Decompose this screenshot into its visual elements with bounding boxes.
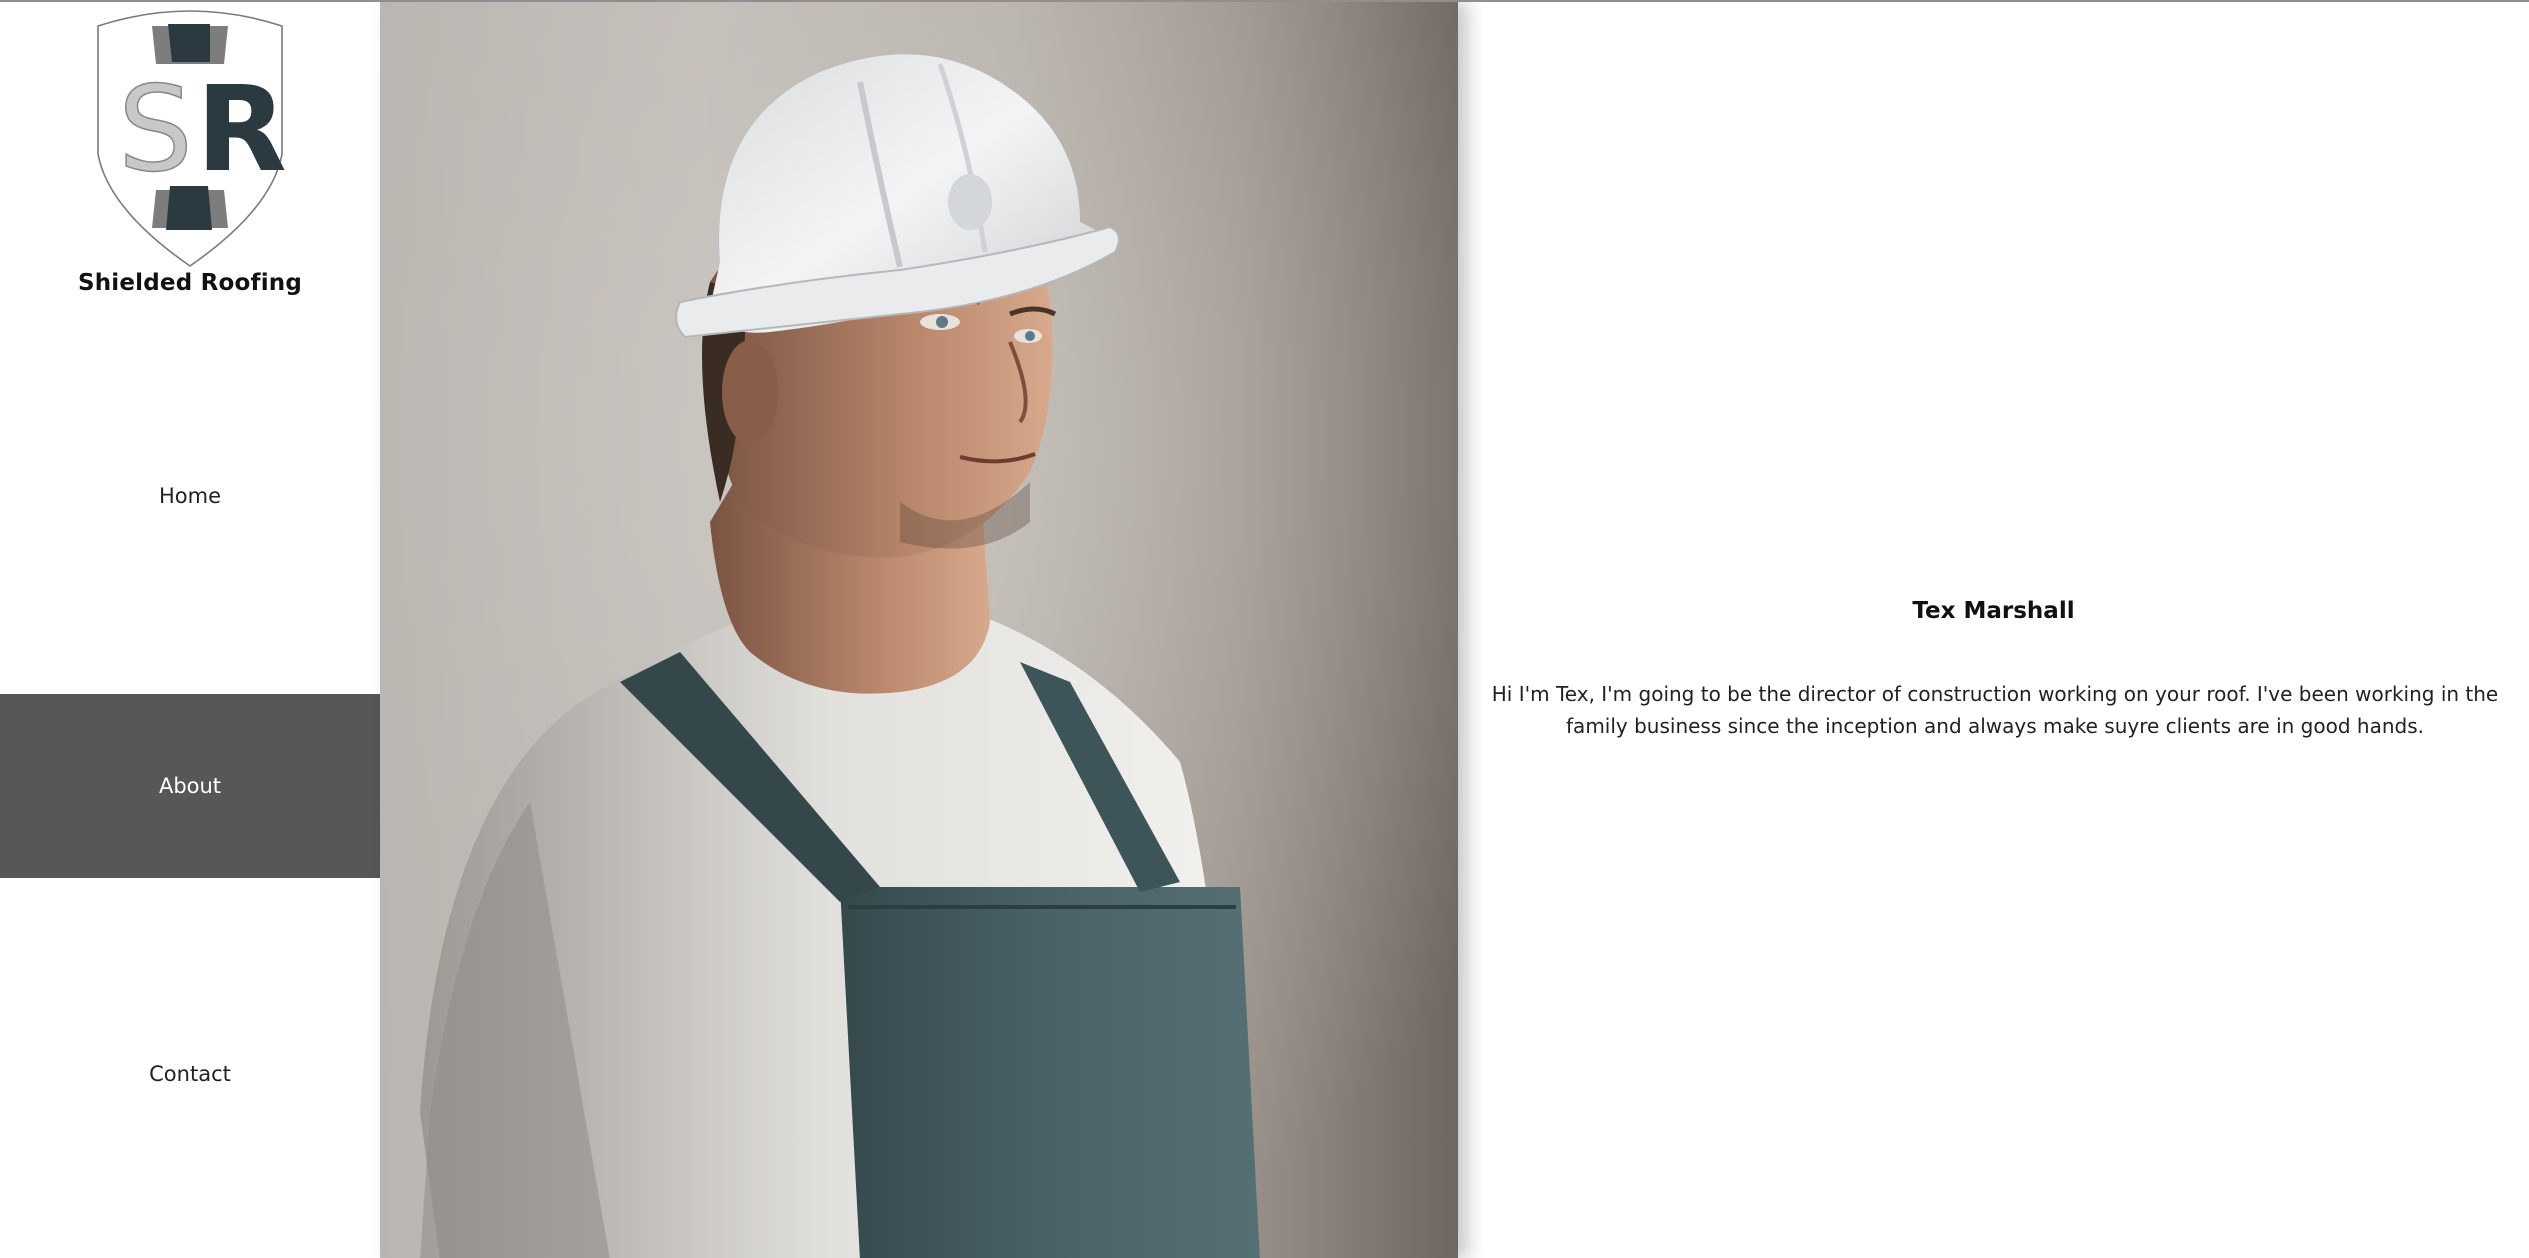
nav-contact[interactable]: Contact	[0, 982, 380, 1166]
sidebar: S R Shielded Roofing Home About Contact	[0, 2, 380, 1258]
nav-home[interactable]: Home	[0, 404, 380, 588]
page: S R Shielded Roofing Home About Contact	[0, 0, 2529, 1258]
about-section: Tex Marshall Hi I'm Tex, I'm going to be…	[1458, 2, 2529, 1258]
svg-text:R: R	[196, 60, 287, 198]
person-name: Tex Marshall	[1912, 598, 2075, 624]
bio-text: Hi I'm Tex, I'm going to be the director…	[1491, 682, 2499, 738]
svg-text:S: S	[118, 60, 193, 198]
nav-about[interactable]: About	[0, 694, 380, 878]
brand-name: Shielded Roofing	[77, 270, 303, 296]
shield-logo-icon: S R	[97, 10, 287, 267]
logo[interactable]: S R Shielded Roofing	[0, 2, 380, 322]
worker-illustration	[380, 2, 1458, 1258]
worker-photo	[380, 2, 1458, 1258]
